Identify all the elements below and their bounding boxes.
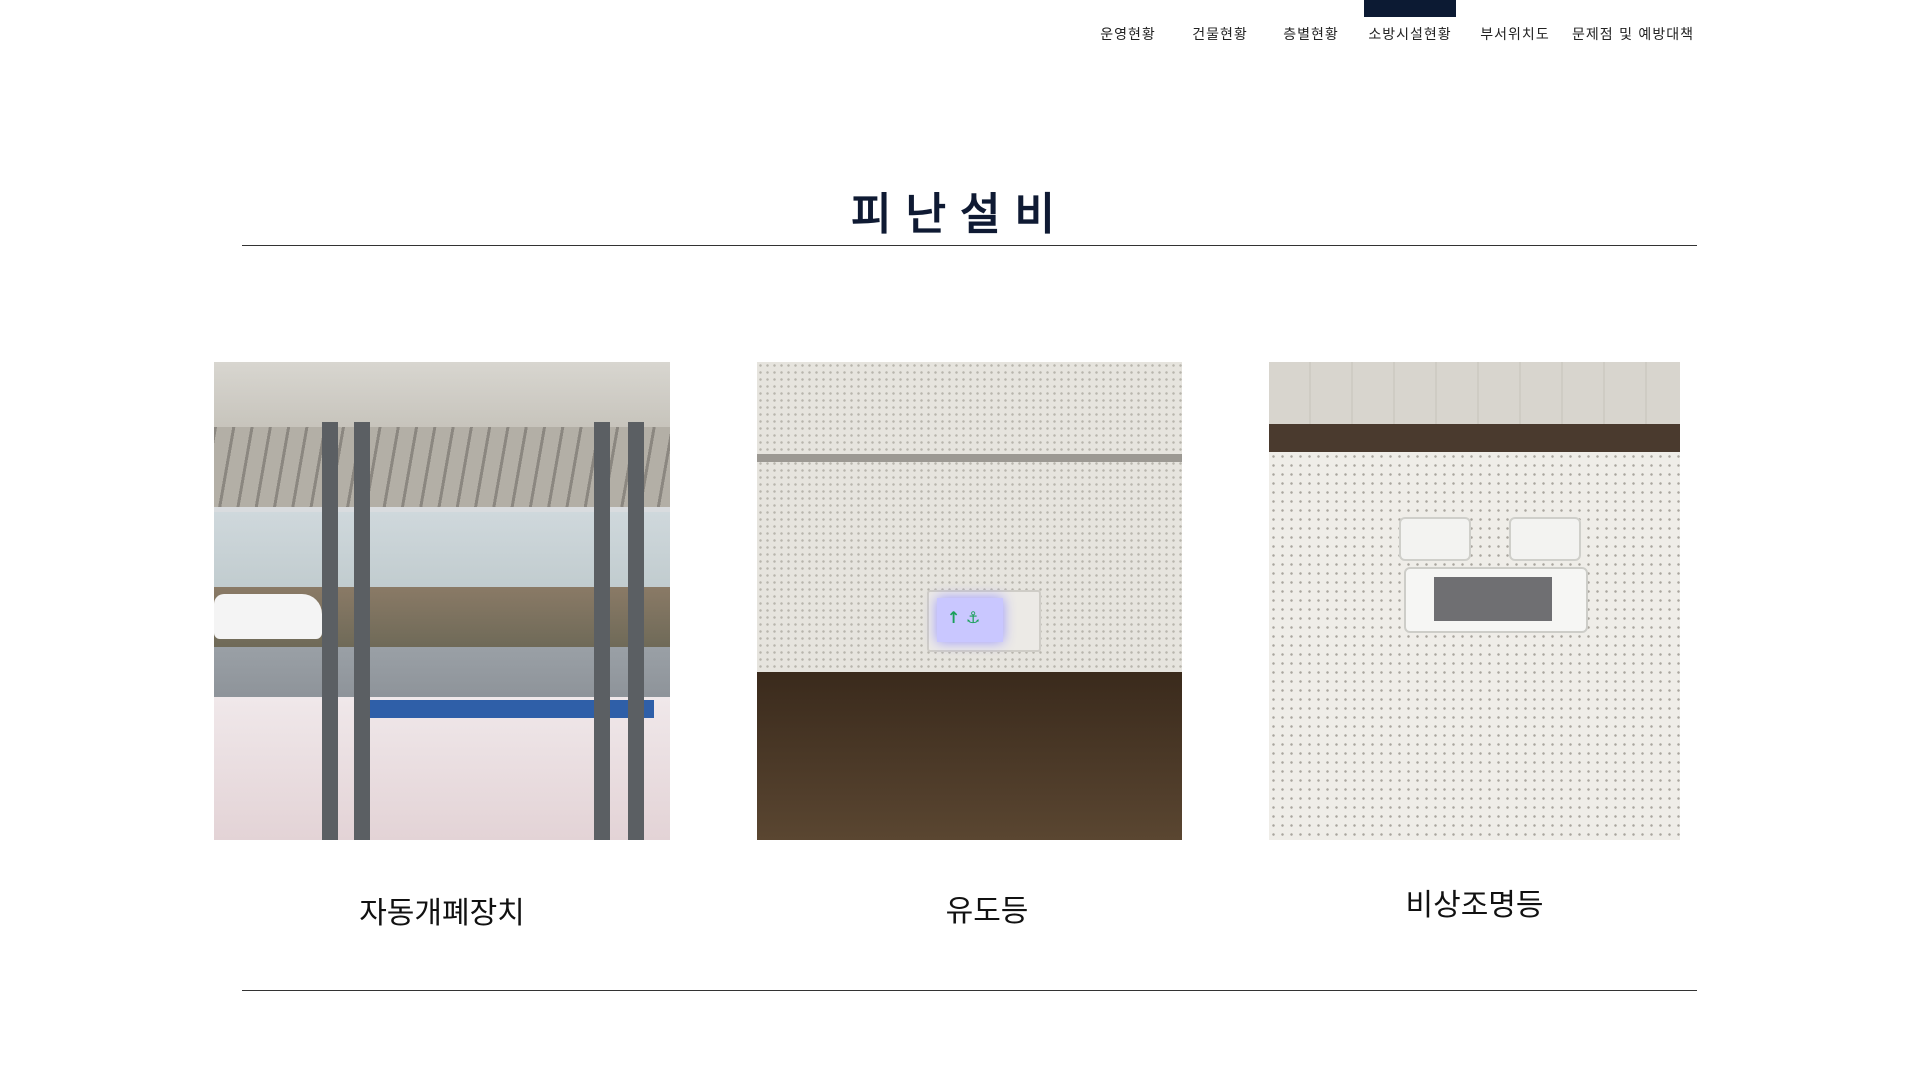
nav-item-label: 소방시설현황 bbox=[1368, 27, 1452, 43]
nav-item-label: 부서위치도 bbox=[1480, 27, 1550, 43]
nav-active-indicator bbox=[1364, 0, 1456, 17]
emergency-light-photo bbox=[1269, 362, 1680, 840]
nav-item-label: 문제점 및 예방대책 bbox=[1572, 27, 1694, 43]
automatic-door-photo bbox=[214, 362, 670, 840]
nav-item-operations[interactable]: 운영현황 bbox=[1096, 20, 1160, 50]
page-title: 피난설비 bbox=[851, 189, 1069, 240]
nav-item-label: 운영현황 bbox=[1100, 27, 1156, 43]
nav-item-building[interactable]: 건물현황 bbox=[1188, 20, 1252, 50]
divider-top bbox=[242, 245, 1697, 246]
card-caption: 자동개폐장치 bbox=[359, 896, 525, 931]
nav-item-prevention[interactable]: 문제점 및 예방대책 bbox=[1570, 20, 1696, 50]
nav-item-label: 층별현황 bbox=[1283, 27, 1339, 43]
exit-light-photo: ↑ ⚓ bbox=[757, 362, 1182, 840]
divider-bottom bbox=[242, 990, 1697, 991]
nav-item-floors[interactable]: 층별현황 bbox=[1279, 20, 1343, 50]
nav-item-fire-facilities[interactable]: 소방시설현황 bbox=[1364, 0, 1456, 50]
nav-item-label: 건물현황 bbox=[1192, 27, 1248, 43]
nav-item-department-map[interactable]: 부서위치도 bbox=[1476, 20, 1554, 50]
card-caption: 비상조명등 bbox=[1405, 888, 1544, 923]
card-caption: 유도등 bbox=[945, 894, 1029, 929]
top-nav: 운영현황 건물현황 층별현황 소방시설현황 부서위치도 문제점 및 예방대책 bbox=[0, 0, 1920, 60]
